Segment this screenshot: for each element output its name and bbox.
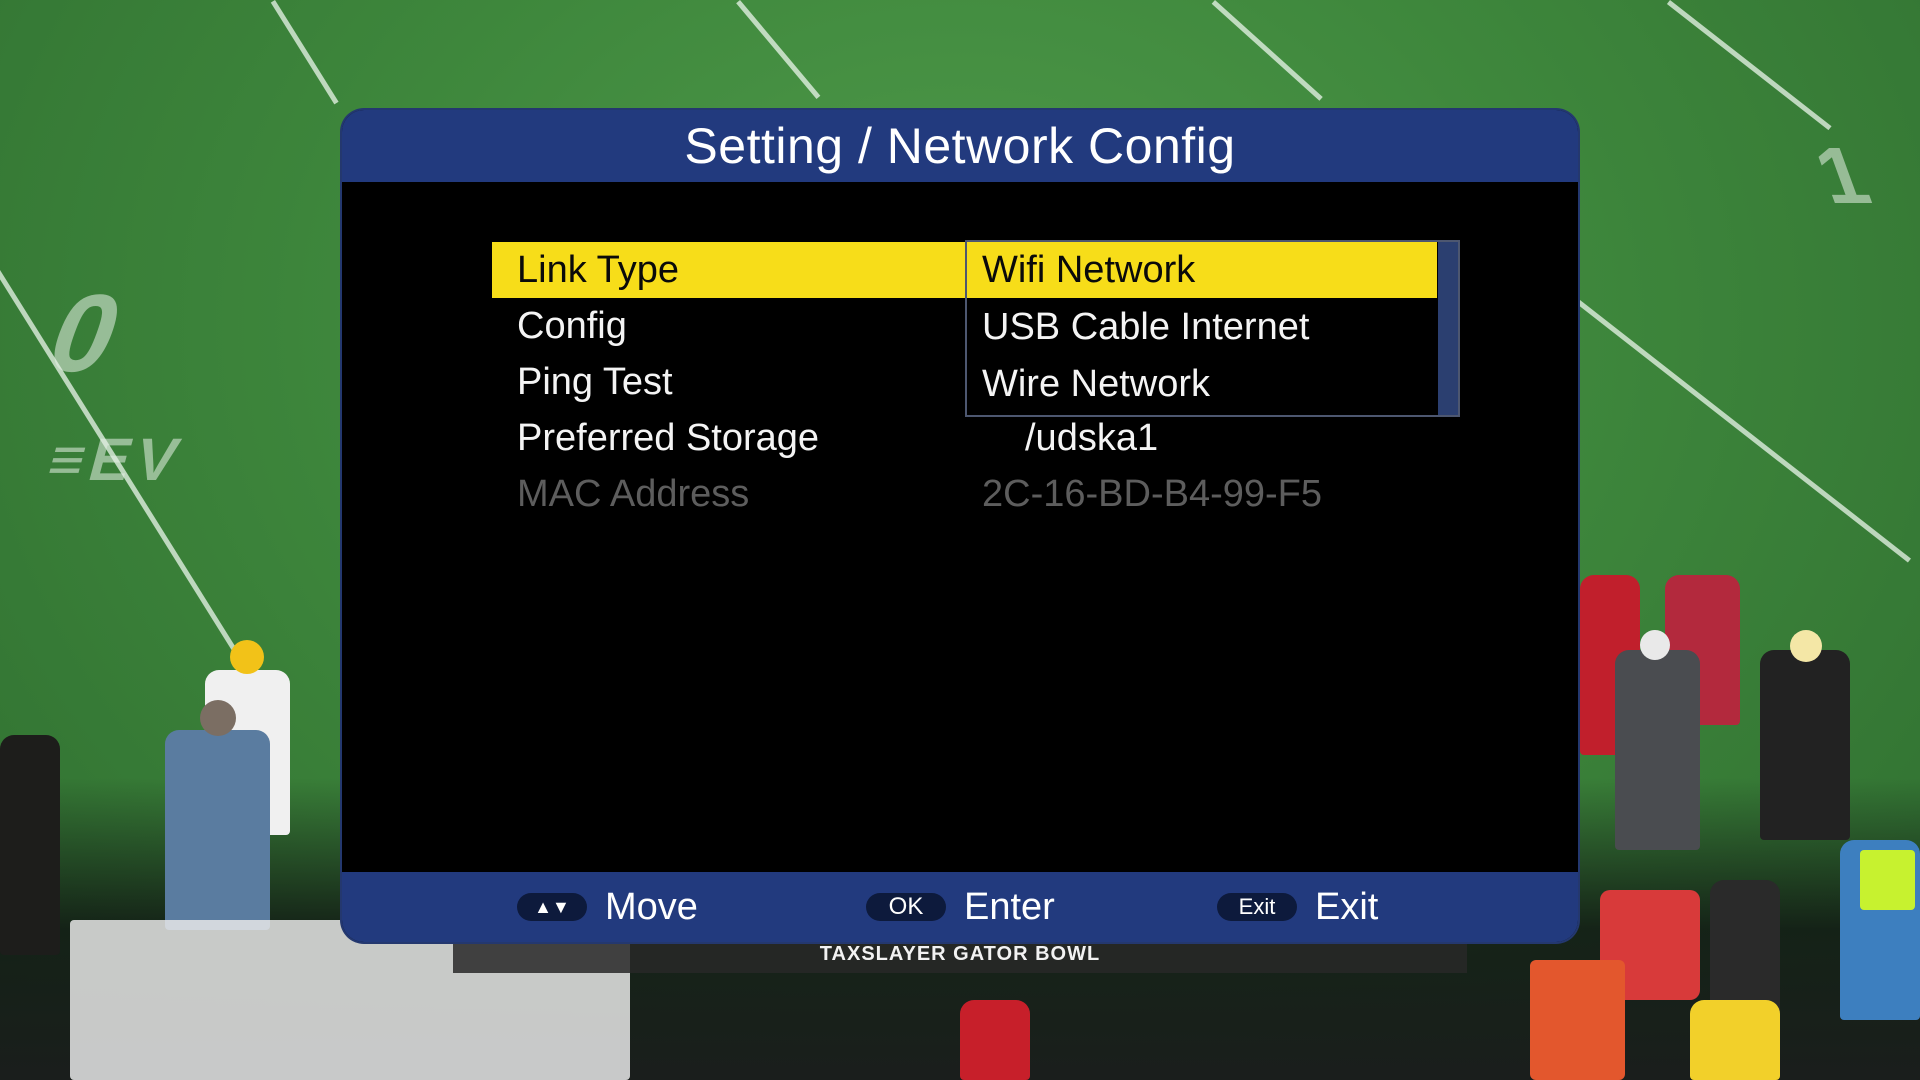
menu-item-value: /udska1 bbox=[1025, 416, 1159, 459]
dropdown-option-wifi-network[interactable]: Wifi Network bbox=[967, 242, 1437, 298]
dropdown-option-label: Wifi Network bbox=[982, 248, 1196, 291]
hint-enter-label: Enter bbox=[964, 885, 1055, 928]
menu-item-preferred-storage[interactable]: Preferred Storage /udska1 bbox=[492, 410, 1442, 466]
hint-move-label: Move bbox=[605, 885, 698, 928]
dialog-header: Setting / Network Config bbox=[342, 110, 1578, 182]
menu-item-label: Config bbox=[517, 304, 627, 347]
score-strip-text: TAXSLAYER GATOR BOWL bbox=[819, 942, 1101, 965]
dropdown-option-usb-cable-internet[interactable]: USB Cable Internet bbox=[967, 299, 1437, 355]
menu-item-label: MAC Address bbox=[517, 472, 750, 515]
dropdown-scrollbar[interactable] bbox=[1438, 242, 1458, 415]
menu-item-label: Ping Test bbox=[517, 360, 673, 403]
hint-enter: OK Enter bbox=[866, 872, 1055, 942]
tv-screen: 0 1 ≡EV TAXSLAYER GATOR BOWL Setting / N… bbox=[0, 0, 1920, 1080]
arrow-keys-icon: ▲▼ bbox=[517, 893, 587, 921]
dropdown-option-label: USB Cable Internet bbox=[982, 305, 1310, 348]
menu-item-label: Preferred Storage bbox=[517, 416, 820, 459]
dialog-footer: ▲▼ Move OK Enter Exit Exit bbox=[342, 872, 1578, 942]
network-config-dialog: Setting / Network Config Link Type Confi… bbox=[342, 110, 1578, 942]
menu-item-value: 2C-16-BD-B4-99-F5 bbox=[982, 472, 1322, 515]
exit-key-icon: Exit bbox=[1217, 893, 1297, 921]
link-type-dropdown[interactable]: Wifi Network USB Cable Internet Wire Net… bbox=[965, 240, 1460, 417]
hint-exit: Exit Exit bbox=[1217, 872, 1378, 942]
hint-move: ▲▼ Move bbox=[517, 872, 698, 942]
menu-item-mac-address: MAC Address 2C-16-BD-B4-99-F5 bbox=[492, 466, 1442, 522]
dropdown-option-wire-network[interactable]: Wire Network bbox=[967, 356, 1437, 412]
ok-key-icon: OK bbox=[866, 893, 946, 921]
hint-exit-label: Exit bbox=[1315, 885, 1379, 928]
menu-item-label: Link Type bbox=[517, 248, 679, 291]
dropdown-option-label: Wire Network bbox=[982, 362, 1211, 405]
dialog-title: Setting / Network Config bbox=[684, 118, 1236, 174]
